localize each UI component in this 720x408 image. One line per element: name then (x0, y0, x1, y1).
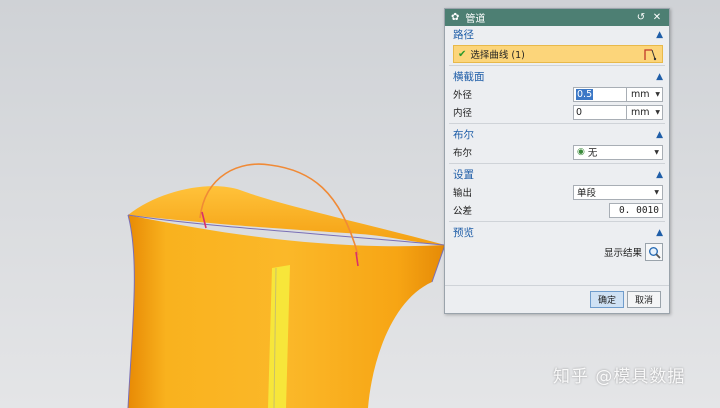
curve-pick-icon[interactable] (642, 47, 658, 61)
reset-icon[interactable]: ↺ (635, 12, 647, 23)
dropdown-arrow-icon: ▼ (655, 108, 660, 116)
gear-icon[interactable]: ✿ (451, 12, 459, 23)
show-result-label: 显示结果 (603, 248, 642, 259)
chevron-up-icon[interactable]: ▲ (656, 72, 663, 82)
inner-unit-select[interactable]: mm ▼ (627, 104, 663, 120)
section-title-settings: 设置 (453, 169, 474, 181)
outer-diameter-label: 外径 (453, 90, 473, 101)
tolerance-label: 公差 (453, 206, 473, 217)
chevron-up-icon[interactable]: ▲ (656, 130, 663, 140)
boolean-select[interactable]: ◉ 无 ▼ (573, 144, 663, 160)
magnifier-icon (648, 246, 661, 259)
dialog-titlebar: ✿ 管道 ↺ ✕ (445, 9, 669, 26)
chevron-up-icon[interactable]: ▲ (656, 170, 663, 180)
section-header-settings[interactable]: 设置 ▲ (445, 166, 669, 183)
section-title-preview: 预览 (453, 227, 474, 239)
inner-diameter-label: 内径 (453, 108, 473, 119)
chevron-up-icon[interactable]: ▲ (656, 30, 663, 40)
ok-button[interactable]: 确定 (590, 291, 624, 308)
section-title-boolean: 布尔 (453, 129, 474, 141)
cancel-button[interactable]: 取消 (627, 291, 661, 308)
watermark: 知乎 @模具数据 (553, 367, 686, 387)
show-result-button[interactable] (645, 243, 663, 261)
dialog-button-bar: 确定 取消 (445, 285, 669, 313)
output-label: 输出 (453, 188, 473, 199)
inner-diameter-input[interactable]: 0 (573, 104, 627, 120)
chevron-up-icon[interactable]: ▲ (656, 228, 663, 238)
section-title-path: 路径 (453, 29, 474, 41)
outer-unit-select[interactable]: mm ▼ (627, 86, 663, 102)
boolean-value: 无 (587, 148, 598, 159)
section-header-boolean[interactable]: 布尔 ▲ (445, 126, 669, 143)
outer-unit-value: mm (631, 88, 650, 100)
section-header-path[interactable]: 路径 ▲ (445, 26, 669, 43)
section-title-cross-section: 横截面 (453, 71, 485, 83)
output-value: 单段 (577, 188, 597, 199)
select-curve-field[interactable]: ✔ 选择曲线 (1) (453, 45, 663, 63)
dialog-title: 管道 (465, 14, 486, 25)
inner-unit-value: mm (631, 106, 650, 118)
outer-diameter-input[interactable]: 0.5 (573, 86, 627, 102)
dropdown-arrow-icon: ▼ (655, 90, 660, 98)
section-header-cross-section[interactable]: 横截面 ▲ (445, 68, 669, 85)
output-select[interactable]: 单段 ▼ (573, 184, 663, 200)
boolean-none-icon: ◉ (577, 147, 585, 157)
boolean-label: 布尔 (453, 148, 473, 159)
close-icon[interactable]: ✕ (651, 12, 663, 23)
dropdown-arrow-icon: ▼ (654, 188, 659, 196)
checkmark-icon: ✔ (458, 48, 467, 60)
select-curve-label: 选择曲线 (1) (470, 50, 525, 61)
section-header-preview[interactable]: 预览 ▲ (445, 224, 669, 241)
dropdown-arrow-icon: ▼ (654, 148, 659, 156)
tolerance-input[interactable]: 0. 0010 (609, 202, 663, 218)
inner-diameter-value: 0 (576, 106, 583, 118)
pipe-dialog: ✿ 管道 ↺ ✕ 路径 ▲ ✔ 选择曲线 (1) 横截面 ▲ 外径 0.5 mm… (444, 8, 670, 314)
outer-diameter-value: 0.5 (576, 88, 594, 100)
